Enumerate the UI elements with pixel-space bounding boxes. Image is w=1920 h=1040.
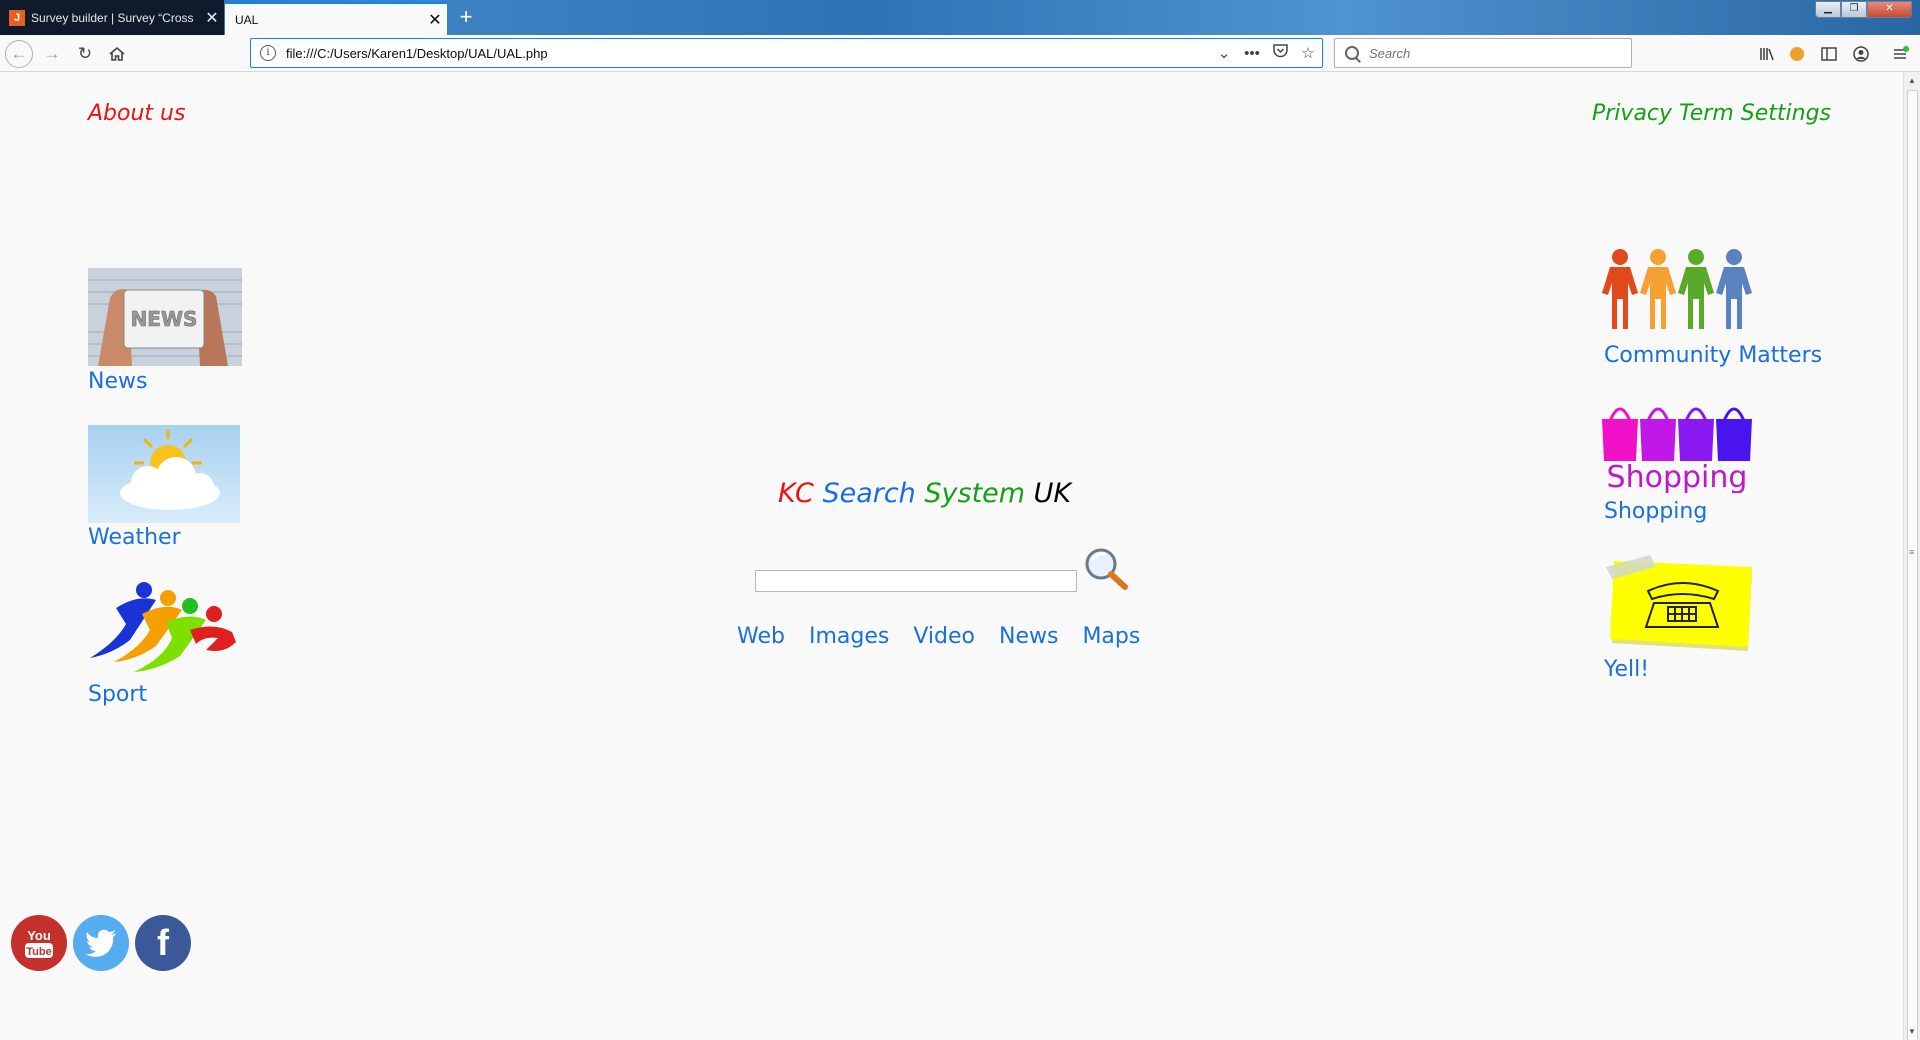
sport-link[interactable]: Sport: [88, 682, 147, 707]
magnifier-icon: [1085, 548, 1128, 590]
svg-text:Tube: Tube: [26, 946, 51, 958]
survey-favicon-icon: J: [9, 9, 25, 26]
extension-icon[interactable]: [1786, 43, 1808, 65]
svg-text:You: You: [27, 928, 51, 943]
url-text[interactable]: file:///C:/Users/Karen1/Desktop/UAL/UAL.…: [286, 46, 1210, 61]
close-window-button[interactable]: ✕: [1867, 1, 1912, 18]
about-us-link[interactable]: About us: [88, 101, 185, 126]
tab-web[interactable]: Web: [737, 624, 785, 649]
tab-title: Survey builder | Survey “Cross: [31, 10, 194, 25]
shopping-bags-icon[interactable]: Shopping: [1600, 397, 1758, 493]
page-content: About us Privacy Term Settings NEWS News: [0, 73, 1903, 1040]
privacy-settings-link[interactable]: Privacy Term Settings: [1592, 101, 1831, 126]
brand-search: Search: [822, 478, 916, 509]
scrollbar-thumb[interactable]: ≡: [1907, 90, 1918, 1040]
community-matters-link[interactable]: Community Matters: [1604, 343, 1822, 368]
address-bar[interactable]: i file:///C:/Users/Karen1/Desktop/UAL/UA…: [250, 38, 1323, 68]
scroll-down-arrow-icon[interactable]: ▼: [1908, 1027, 1916, 1036]
brand-uk: UK: [1033, 478, 1072, 509]
maximize-button[interactable]: ❐: [1841, 1, 1867, 18]
vertical-scrollbar[interactable]: ▲ ≡ ▼: [1903, 72, 1920, 1040]
search-icon: [1345, 46, 1359, 60]
shopping-link[interactable]: Shopping: [1604, 499, 1707, 524]
menu-icon[interactable]: [1890, 43, 1912, 65]
search-placeholder: Search: [1369, 45, 1411, 61]
weather-icon[interactable]: [88, 425, 240, 523]
search-input[interactable]: [755, 570, 1077, 592]
yell-link[interactable]: Yell!: [1604, 657, 1649, 682]
bookmark-star-icon[interactable]: ☆: [1294, 44, 1322, 62]
navigation-bar: ← → ↻ i file:///C:/Users/Karen1/Desktop/…: [0, 35, 1920, 72]
forward-button[interactable]: →: [38, 40, 66, 68]
shopping-image-text: Shopping: [1607, 460, 1748, 493]
pocket-icon[interactable]: [1266, 44, 1294, 62]
tab-close-icon[interactable]: ✕: [423, 10, 447, 30]
new-tab-button[interactable]: +: [452, 5, 480, 31]
facebook-icon[interactable]: f: [135, 915, 191, 971]
tab-news[interactable]: News: [999, 624, 1058, 649]
svg-text:NEWS: NEWS: [131, 307, 198, 331]
tab-maps[interactable]: Maps: [1082, 624, 1140, 649]
page-actions-icon[interactable]: •••: [1238, 45, 1266, 62]
grip-icon: ≡: [1909, 547, 1915, 557]
news-icon[interactable]: NEWS: [88, 268, 242, 366]
page-title: KC Search System UK: [778, 478, 1071, 509]
scroll-up-arrow-icon[interactable]: ▲: [1908, 76, 1916, 85]
youtube-icon[interactable]: You Tube: [11, 915, 67, 971]
sport-icon[interactable]: [86, 580, 242, 680]
twitter-icon[interactable]: [73, 915, 129, 971]
library-icon[interactable]: [1756, 43, 1778, 65]
search-type-tabs: Web Images Video News Maps: [737, 624, 1140, 649]
home-icon: [109, 46, 125, 61]
search-button[interactable]: [1083, 546, 1129, 590]
news-link[interactable]: News: [88, 369, 147, 394]
dropdown-arrow-icon[interactable]: ⌄: [1210, 44, 1238, 62]
tab-close-icon[interactable]: ✕: [200, 8, 224, 28]
reload-button[interactable]: ↻: [71, 40, 99, 68]
brand-system: System: [924, 478, 1026, 509]
tab-title: UAL: [235, 12, 259, 27]
reload-icon: ↻: [77, 44, 93, 63]
minimize-button[interactable]: ▁: [1815, 1, 1841, 18]
arrow-left-icon: ←: [10, 44, 28, 63]
tab-ual[interactable]: UAL ✕: [225, 2, 447, 35]
browser-search-field[interactable]: Search: [1334, 38, 1632, 68]
tab-video[interactable]: Video: [913, 624, 975, 649]
back-button[interactable]: ←: [5, 40, 33, 68]
facebook-letter: f: [157, 922, 169, 963]
account-icon[interactable]: [1850, 43, 1872, 65]
sidebar-icon[interactable]: [1818, 43, 1840, 65]
tab-survey-builder[interactable]: J Survey builder | Survey “Cross ✕: [0, 0, 224, 35]
tab-images[interactable]: Images: [809, 624, 889, 649]
home-button[interactable]: [103, 40, 131, 68]
brand-kc: KC: [778, 478, 814, 509]
community-icon[interactable]: [1602, 247, 1758, 331]
info-icon[interactable]: i: [260, 45, 276, 61]
arrow-right-icon: →: [43, 44, 61, 63]
telephone-note-icon[interactable]: [1602, 553, 1758, 653]
weather-link[interactable]: Weather: [88, 525, 181, 550]
title-bar: J Survey builder | Survey “Cross ✕ UAL ✕…: [0, 0, 1920, 35]
